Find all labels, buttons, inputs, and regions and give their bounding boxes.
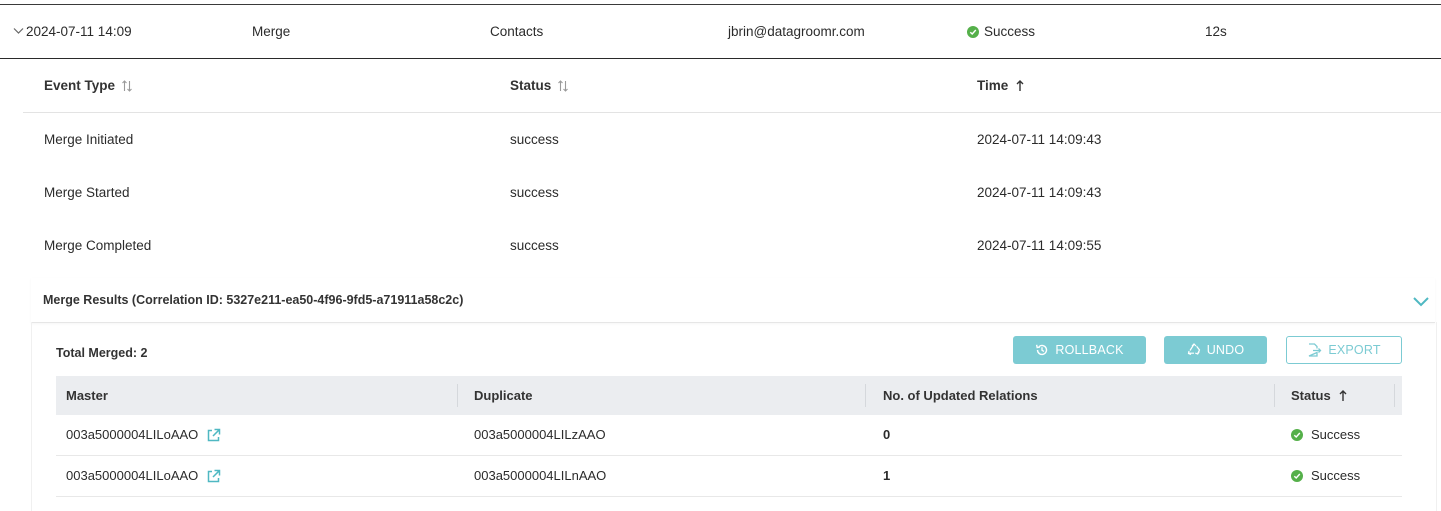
column-header-relations[interactable]: No. of Updated Relations (883, 376, 1038, 415)
summary-duration: 12s (1205, 24, 1227, 39)
undo-button[interactable]: UNDO (1164, 336, 1267, 364)
row-status-label: Success (1311, 427, 1361, 442)
column-divider[interactable] (1394, 384, 1395, 407)
column-divider[interactable] (1274, 384, 1275, 407)
sort-icon[interactable] (557, 79, 569, 93)
rollback-button[interactable]: ROLLBACK (1013, 336, 1146, 364)
external-link-icon[interactable] (206, 469, 221, 484)
recycle-icon (1187, 343, 1200, 356)
sort-ascending-icon[interactable] (1337, 389, 1349, 403)
export-button-label: EXPORT (1328, 343, 1381, 357)
column-divider[interactable] (865, 384, 866, 407)
event-time: 2024-07-11 14:09:43 (977, 132, 1102, 147)
column-header-label: Status (510, 78, 552, 93)
external-link-icon[interactable] (206, 428, 221, 443)
merge-results-panel: Total Merged: 2 ROLLBACK UNDO EXPORT Mas… (31, 322, 1437, 511)
sort-ascending-icon[interactable] (1014, 79, 1026, 93)
event-row: Merge Completed success 2024-07-11 14:09… (23, 219, 1441, 272)
column-header-label: Master (66, 388, 108, 403)
history-icon (1036, 344, 1048, 356)
event-row: Merge Started success 2024-07-11 14:09:4… (23, 166, 1441, 219)
file-export-icon (1309, 343, 1322, 357)
chevron-down-icon[interactable] (13, 27, 24, 35)
merge-results-table-header: Master Duplicate No. of Updated Relation… (56, 376, 1402, 415)
row-status: Success (1291, 415, 1360, 455)
master-cell: 003a5000004LILoAAO (66, 415, 221, 455)
event-type: Merge Completed (44, 238, 152, 253)
undo-button-label: UNDO (1206, 343, 1245, 357)
master-cell: 003a5000004LILoAAO (66, 456, 221, 496)
column-header-status[interactable]: Status (1291, 376, 1349, 415)
column-header-event-type[interactable]: Event Type (44, 59, 133, 112)
rollback-button-label: ROLLBACK (1055, 343, 1124, 357)
check-circle-icon (1291, 429, 1303, 441)
column-header-master[interactable]: Master (66, 376, 108, 415)
table-row: 003a5000004LILoAAO 003a5000004LILzAAO 0 … (56, 415, 1402, 456)
merge-results-title: Merge Results (Correlation ID: 5327e211-… (43, 293, 464, 307)
event-status: success (510, 132, 559, 147)
master-id: 003a5000004LILoAAO (66, 468, 199, 483)
summary-datetime: 2024-07-11 14:09 (26, 24, 132, 39)
merge-results-accordion-header[interactable]: Merge Results (Correlation ID: 5327e211-… (31, 278, 1435, 323)
column-header-label: Duplicate (474, 388, 533, 403)
updated-relations-link[interactable]: 1 (883, 456, 890, 496)
summary-operation: Merge (252, 24, 291, 39)
event-status: success (510, 238, 559, 253)
master-id: 003a5000004LILoAAO (66, 427, 199, 442)
row-status: Success (1291, 456, 1360, 496)
summary-status: Success (967, 5, 1035, 58)
event-time: 2024-07-11 14:09:55 (977, 238, 1102, 253)
updated-relations-link[interactable]: 0 (883, 415, 890, 455)
event-type: Merge Initiated (44, 132, 134, 147)
summary-status-label: Success (984, 24, 1036, 39)
column-header-label: Time (977, 78, 1009, 93)
summary-object: Contacts (490, 24, 544, 39)
summary-user: jbrin@datagroomr.com (728, 24, 865, 39)
duplicate-id: 003a5000004LILnAAO (474, 468, 607, 483)
check-circle-icon (967, 25, 979, 38)
table-row: 003a5000004LILoAAO 003a5000004LILnAAO 1 … (56, 456, 1402, 497)
event-time: 2024-07-11 14:09:43 (977, 185, 1102, 200)
duplicate-id: 003a5000004LILzAAO (474, 427, 606, 442)
export-button[interactable]: EXPORT (1286, 336, 1402, 364)
events-table-header: Event Type Status Time (23, 59, 1441, 113)
column-header-duplicate[interactable]: Duplicate (474, 376, 533, 415)
row-status-label: Success (1311, 468, 1361, 483)
column-header-label: Event Type (44, 78, 116, 93)
log-summary-row[interactable]: 2024-07-11 14:09 Merge Contacts jbrin@da… (0, 5, 1441, 59)
column-header-label: No. of Updated Relations (883, 388, 1038, 403)
column-divider[interactable] (457, 384, 458, 407)
column-header-label: Status (1291, 388, 1331, 403)
check-circle-icon (1291, 470, 1303, 482)
event-type: Merge Started (44, 185, 130, 200)
event-row: Merge Initiated success 2024-07-11 14:09… (23, 113, 1441, 166)
chevron-down-icon[interactable] (1412, 296, 1430, 308)
column-header-status[interactable]: Status (510, 59, 569, 112)
total-merged: Total Merged: 2 (56, 346, 148, 360)
sort-icon[interactable] (121, 79, 133, 93)
column-header-time[interactable]: Time (977, 59, 1026, 112)
event-status: success (510, 185, 559, 200)
